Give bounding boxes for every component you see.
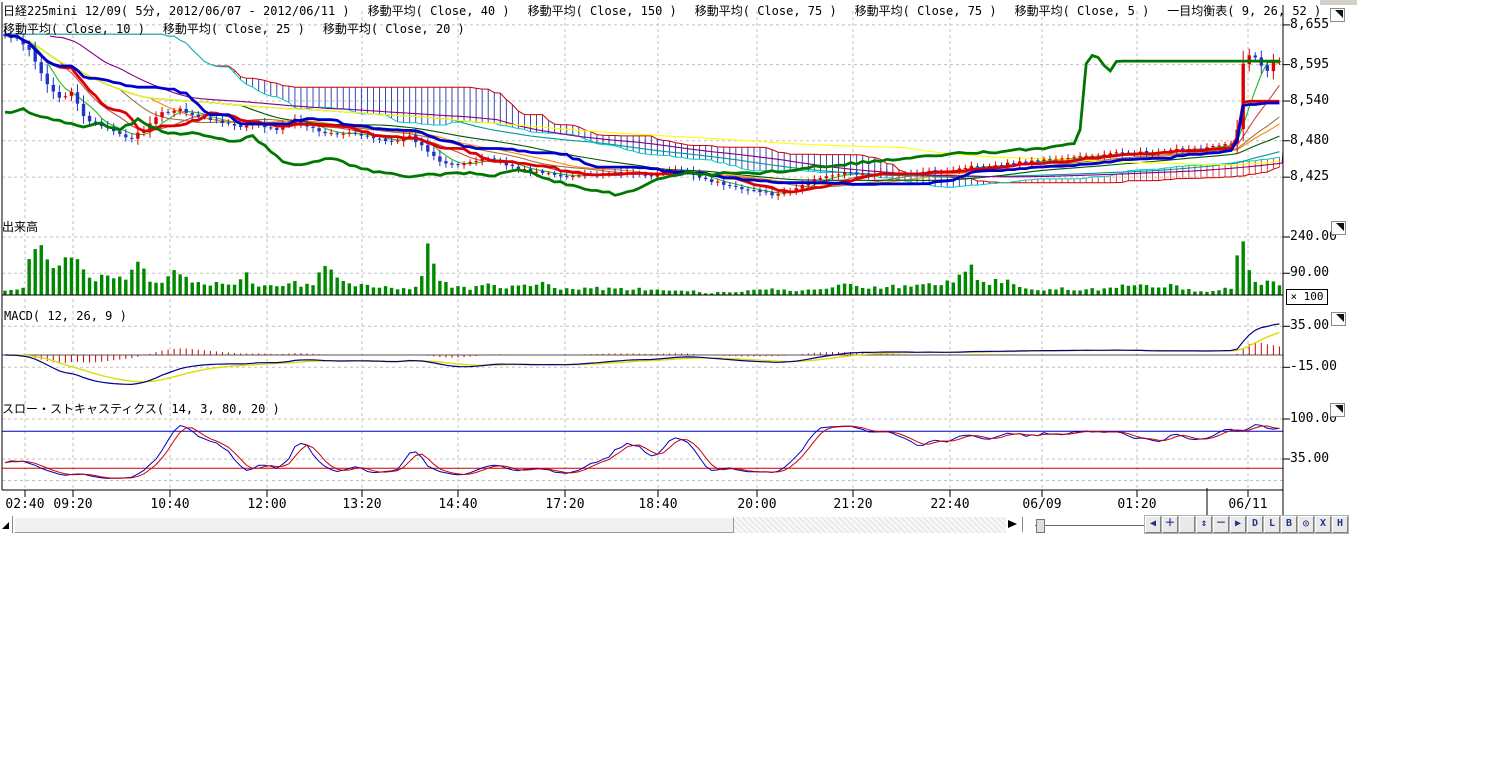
toolbar-mode-b-button[interactable]: B — [1281, 516, 1297, 533]
toolbar-mode-l-button[interactable]: L — [1264, 516, 1280, 533]
stoch-plot — [2, 425, 1283, 479]
toolbar-close-button[interactable]: X — [1315, 516, 1331, 533]
time-tick-label: 06/09 — [1018, 497, 1066, 512]
macd-tick-label: 35.00 — [1290, 318, 1329, 333]
toolbar-play-button[interactable]: ▶ — [1230, 516, 1246, 533]
time-tick-label: 02:40 — [1, 497, 49, 512]
chart-canvas — [0, 0, 1368, 535]
time-tick-label: 13:20 — [338, 497, 386, 512]
time-tick-label: 20:00 — [733, 497, 781, 512]
toolbar-shift-left-button[interactable]: ◀ — [1145, 516, 1161, 533]
time-tick-label: 12:00 — [243, 497, 291, 512]
toolbar-zoom-in-button[interactable]: ＋ — [1162, 516, 1178, 533]
volume-panel-label: 出来高 — [2, 218, 38, 235]
price-tick-label: 8,540 — [1290, 93, 1329, 108]
bottom-bar-divider — [1022, 517, 1023, 532]
toolbar-mode-d-button[interactable]: D — [1247, 516, 1263, 533]
toolbar-spacer-button[interactable] — [1179, 516, 1195, 533]
grid-layer — [2, 11, 1283, 490]
resize-arrow-icon — [2, 522, 9, 529]
stoch-axis-dropdown-button[interactable] — [1330, 403, 1345, 417]
price-tick-label: 8,480 — [1290, 133, 1329, 148]
dropdown-triangle-icon — [1335, 10, 1343, 18]
time-tick-label: 21:20 — [829, 497, 877, 512]
ichimoku-lines — [5, 34, 1279, 195]
dropdown-triangle-icon — [1336, 223, 1344, 231]
zoom-slider-track[interactable] — [1035, 525, 1160, 526]
dropdown-triangle-icon — [1336, 314, 1344, 322]
macd-panel-label: MACD( 12, 26, 9 ) — [4, 309, 127, 323]
horizontal-scrollbar-thumb[interactable] — [14, 517, 734, 533]
time-tick-label: 01:20 — [1113, 497, 1161, 512]
bottom-bar: ◀＋ ↕－▶DLB◎XH — [0, 516, 1368, 535]
chart-toolbar: ◀＋ ↕－▶DLB◎XH — [1145, 516, 1349, 535]
price-tick-label: 8,655 — [1290, 17, 1329, 32]
price-tick-label: 8,595 — [1290, 57, 1329, 72]
volume-tick-label: 90.00 — [1290, 265, 1329, 280]
window-chrome-strip — [1320, 0, 1357, 5]
scrollbar-corner-button[interactable] — [0, 516, 13, 533]
macd-tick-label: -15.00 — [1290, 359, 1337, 374]
toolbar-zoom-out-button[interactable]: － — [1213, 516, 1229, 533]
time-tick-label: 22:40 — [926, 497, 974, 512]
time-tick-label: 09:20 — [49, 497, 97, 512]
price-tick-label: 8,425 — [1290, 169, 1329, 184]
volume-axis-dropdown-button[interactable] — [1331, 221, 1346, 235]
macd-plot — [2, 324, 1283, 385]
volume-bars — [2, 241, 1283, 295]
volume-tick-label: 240.00 — [1290, 229, 1337, 244]
zoom-slider-thumb[interactable] — [1036, 519, 1045, 533]
toolbar-mode-h-button[interactable]: H — [1332, 516, 1348, 533]
time-tick-label: 10:40 — [146, 497, 194, 512]
macd-axis-dropdown-button[interactable] — [1331, 312, 1346, 326]
time-tick-label: 17:20 — [541, 497, 589, 512]
volume-multiplier-badge: × 100 — [1286, 289, 1328, 305]
dropdown-triangle-icon — [1335, 405, 1343, 413]
toolbar-target-button[interactable]: ◎ — [1298, 516, 1314, 533]
stoch-tick-label: 35.00 — [1290, 451, 1329, 466]
toolbar-scale-button[interactable]: ↕ — [1196, 516, 1212, 533]
time-tick-label: 18:40 — [634, 497, 682, 512]
ma-lines — [5, 36, 1283, 193]
time-tick-label: 06/11 — [1224, 497, 1272, 512]
horizontal-scrollbar-track[interactable] — [734, 517, 1006, 533]
time-tick-label: 14:40 — [434, 497, 482, 512]
chart-app-window: 日経225mini 12/09( 5分, 2012/06/07 - 2012/0… — [0, 0, 1492, 768]
pointer-arrow-icon — [1008, 520, 1017, 528]
price-axis-dropdown-button[interactable] — [1330, 8, 1345, 22]
stoch-panel-label: スロー・ストキャスティクス( 14, 3, 80, 20 ) — [2, 400, 280, 417]
axes-layer — [2, 2, 1290, 535]
